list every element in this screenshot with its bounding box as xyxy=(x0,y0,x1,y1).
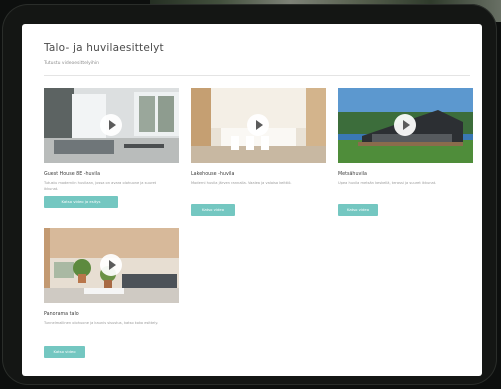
view-video-button[interactable]: Katso video xyxy=(44,346,85,358)
page-subtitle: Tutustu videoesittelyihin xyxy=(44,61,99,66)
video-thumbnail[interactable] xyxy=(191,88,326,163)
video-thumbnail[interactable] xyxy=(44,228,179,303)
video-thumbnail[interactable] xyxy=(44,88,179,163)
card-description: Moderni huvila järven rannalla. Vaalea j… xyxy=(191,181,292,185)
card-description: Upea huvila metsän keskellä, terassi ja … xyxy=(338,181,437,185)
play-icon[interactable] xyxy=(100,254,122,276)
page-title: Talo- ja huvilaesittelyt xyxy=(44,42,164,54)
divider xyxy=(44,75,470,76)
card-title: Metsähuvila xyxy=(338,172,367,177)
video-thumbnail[interactable] xyxy=(338,88,473,163)
card-title: Guest House 8E -huvila xyxy=(44,172,101,177)
view-video-button[interactable]: Katso video xyxy=(338,204,378,216)
card-description: Tunnelmallinen olohuone ja kaunis sisust… xyxy=(44,321,159,325)
card-title: Panorama talo xyxy=(44,312,79,317)
card-title: Lakehouse -huvila xyxy=(191,172,235,177)
screen: Talo- ja huvilaesittelyt Tutustu videoes… xyxy=(22,24,482,376)
card-description: Tutustu moderniin huvilaan, jossa on ava… xyxy=(44,181,157,191)
view-video-button[interactable]: Katso video ja esitys xyxy=(44,196,118,208)
play-icon[interactable] xyxy=(394,114,416,136)
play-icon[interactable] xyxy=(100,114,122,136)
play-icon[interactable] xyxy=(247,114,269,136)
view-video-button[interactable]: Katso video xyxy=(191,204,235,216)
tablet-frame: Talo- ja huvilaesittelyt Tutustu videoes… xyxy=(2,4,497,385)
